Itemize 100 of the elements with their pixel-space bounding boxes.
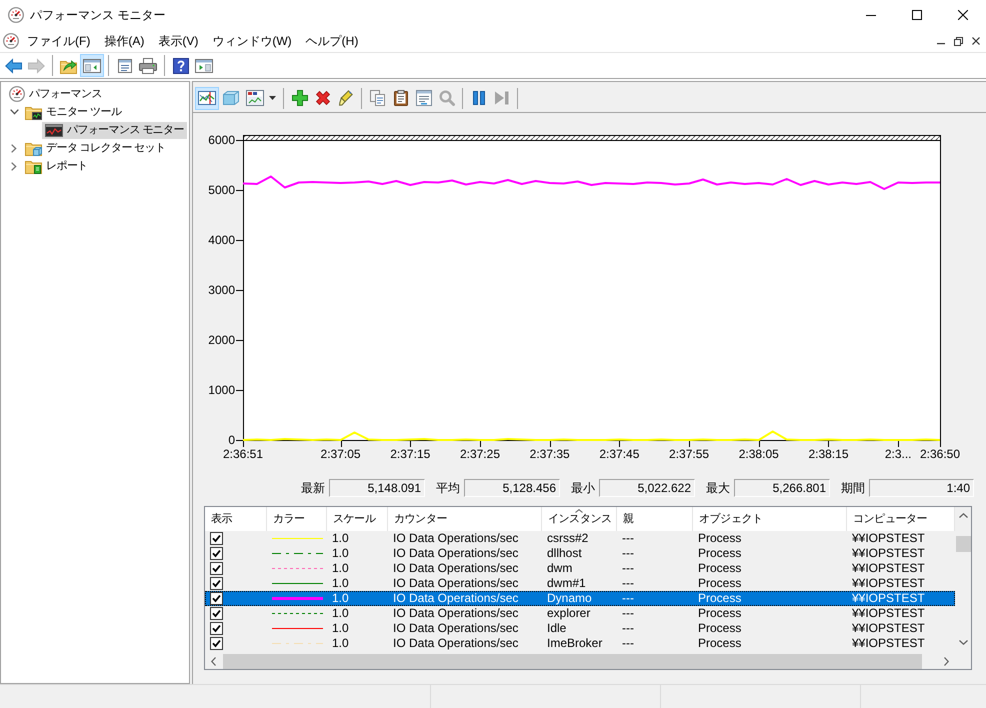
pause-icon[interactable] (472, 90, 486, 106)
x-tick-label: 2:36:51 (222, 447, 264, 461)
table-row[interactable]: 1.0 IO Data Operations/sec explorer --- Process ¥¥IOPSTEST (205, 606, 955, 621)
chevron-left-icon[interactable] (211, 656, 216, 666)
table-row[interactable]: 1.0 IO Data Operations/sec dllhost --- Process ¥¥IOPSTEST (205, 546, 955, 561)
restore-icon[interactable] (954, 36, 963, 46)
current-activity-button[interactable] (195, 86, 219, 110)
document-list-icon[interactable] (116, 58, 132, 74)
column-header[interactable]: カウンター (388, 507, 542, 531)
stat-value-field: 5,128.456 (464, 479, 560, 497)
y-tick-label: 4000 (208, 233, 235, 247)
chevron-right-icon[interactable] (11, 144, 17, 152)
left-arrow-icon[interactable] (5, 58, 22, 74)
table-cell-text: IO Data Operations/sec (392, 606, 520, 621)
checkbox[interactable] (210, 592, 223, 605)
table-cell-text: --- (621, 576, 635, 591)
console-tree-toggle-button[interactable] (80, 54, 104, 77)
table-row[interactable]: 1.0 IO Data Operations/sec Idle --- Process ¥¥IOPSTEST (205, 621, 955, 636)
window-title: パフォーマンス モニター (30, 6, 166, 24)
window-play-icon[interactable] (195, 58, 213, 74)
clipboard-icon[interactable] (394, 90, 408, 106)
table-cell-text: IO Data Operations/sec (392, 636, 520, 651)
column-header[interactable]: カラー (267, 507, 327, 531)
minimize-icon[interactable] (866, 14, 876, 16)
column-header[interactable]: オブジェクト (693, 507, 847, 531)
tree-item[interactable]: レポート (22, 158, 91, 174)
printer-icon[interactable] (139, 58, 157, 74)
table-cell-text: --- (621, 621, 635, 636)
line-chart-icon[interactable] (198, 90, 216, 106)
tree-item[interactable]: パフォーマンス モニター (42, 122, 187, 138)
close-icon[interactable] (958, 10, 968, 20)
menu-item[interactable]: 操作(A) (97, 31, 152, 51)
folder-monitor-icon (25, 104, 42, 120)
form-window-icon[interactable] (416, 90, 432, 106)
table-cell-text: --- (621, 561, 635, 576)
tree-item[interactable]: モニター ツール (22, 104, 124, 120)
menu-item[interactable]: ヘルプ(H) (298, 31, 366, 51)
table-cell-text: 1.0 (331, 546, 350, 561)
menu-item[interactable]: 表示(V) (151, 31, 206, 51)
table-cell-text: IO Data Operations/sec (392, 531, 520, 546)
table-cell-text: ¥¥IOPSTEST (851, 576, 926, 591)
marker-pen-icon[interactable] (338, 90, 352, 106)
copy-icon[interactable] (370, 90, 385, 106)
window-left-panel-icon[interactable] (83, 58, 101, 74)
table-row[interactable]: 1.0 IO Data Operations/sec dwm --- Process ¥¥IOPSTEST (205, 561, 955, 576)
table-cell-text: Process (697, 606, 742, 621)
plus-icon[interactable] (292, 90, 308, 106)
table-row[interactable]: 1.0 IO Data Operations/sec dwm#1 --- Process ¥¥IOPSTEST (205, 576, 955, 591)
maximize-icon[interactable] (912, 10, 922, 20)
table-cell-text: Process (697, 576, 742, 591)
chevron-right-icon[interactable] (944, 656, 949, 666)
tree-item[interactable]: データ コレクター セット (22, 140, 168, 156)
checkbox[interactable] (210, 562, 223, 575)
y-tick-label: 5000 (208, 183, 235, 197)
dropdown-caret-icon[interactable] (269, 96, 276, 100)
y-tick-label: 3000 (208, 283, 235, 297)
chevron-right-icon[interactable] (11, 162, 17, 170)
table-row[interactable]: 1.0 IO Data Operations/sec ImeBroker --- Process ¥¥IOPSTEST (205, 636, 955, 651)
x-tick-label: 2:37:55 (669, 447, 710, 461)
dial-icon[interactable] (3, 33, 19, 49)
sort-caret-icon (575, 509, 583, 513)
chevron-down-icon[interactable] (958, 640, 968, 645)
table-cell-text: 1.0 (331, 591, 350, 606)
help-icon[interactable] (172, 58, 188, 74)
table-cell-text: explorer (546, 606, 592, 621)
checkbox[interactable] (210, 577, 223, 590)
x-tick-label: 2:37:35 (530, 447, 570, 461)
table-row[interactable]: 1.0 IO Data Operations/sec Dynamo --- Process ¥¥IOPSTEST (205, 591, 955, 606)
y-tick-label: 1000 (208, 383, 235, 397)
column-header[interactable]: インスタンス (542, 507, 617, 531)
dial-icon (9, 86, 25, 102)
folder-arrow-icon[interactable] (60, 58, 77, 74)
menu-item[interactable]: ファイル(F) (20, 31, 98, 51)
stat-label: 期間 (841, 480, 865, 496)
column-header[interactable]: 表示 (205, 507, 267, 531)
checkbox[interactable] (210, 532, 223, 545)
close-icon[interactable] (972, 37, 980, 45)
table-cell-text: Process (697, 591, 742, 606)
table-row[interactable]: 1.0 IO Data Operations/sec csrss#2 --- Process ¥¥IOPSTEST (205, 531, 955, 546)
x-tick-label: 2:38:15 (808, 447, 848, 461)
cross-icon[interactable] (314, 90, 330, 106)
chevron-up-icon[interactable] (958, 513, 968, 518)
menu-item[interactable]: ウィンドウ(W) (205, 31, 299, 51)
column-header[interactable]: スケール (327, 507, 388, 531)
x-tick-label: 2:3... (884, 447, 912, 461)
stat-value-field: 1:40 (869, 479, 974, 497)
checkbox[interactable] (210, 637, 223, 650)
chart-window-icon[interactable] (246, 90, 264, 106)
checkbox[interactable] (210, 547, 223, 560)
scrollbar-thumb[interactable] (956, 536, 970, 552)
tree-item[interactable]: パフォーマンス (6, 86, 105, 102)
table-cell-text: --- (621, 591, 635, 606)
chevron-down-icon[interactable] (10, 109, 18, 115)
checkbox[interactable] (210, 607, 223, 620)
checkbox[interactable] (210, 622, 223, 635)
y-tick-label: 0 (228, 433, 235, 447)
x-tick-label: 2:37:45 (599, 447, 640, 461)
table-cell-text: 1.0 (331, 561, 350, 576)
column-header[interactable]: 親 (617, 507, 693, 531)
stat-value-field: 5,022.622 (599, 479, 695, 497)
